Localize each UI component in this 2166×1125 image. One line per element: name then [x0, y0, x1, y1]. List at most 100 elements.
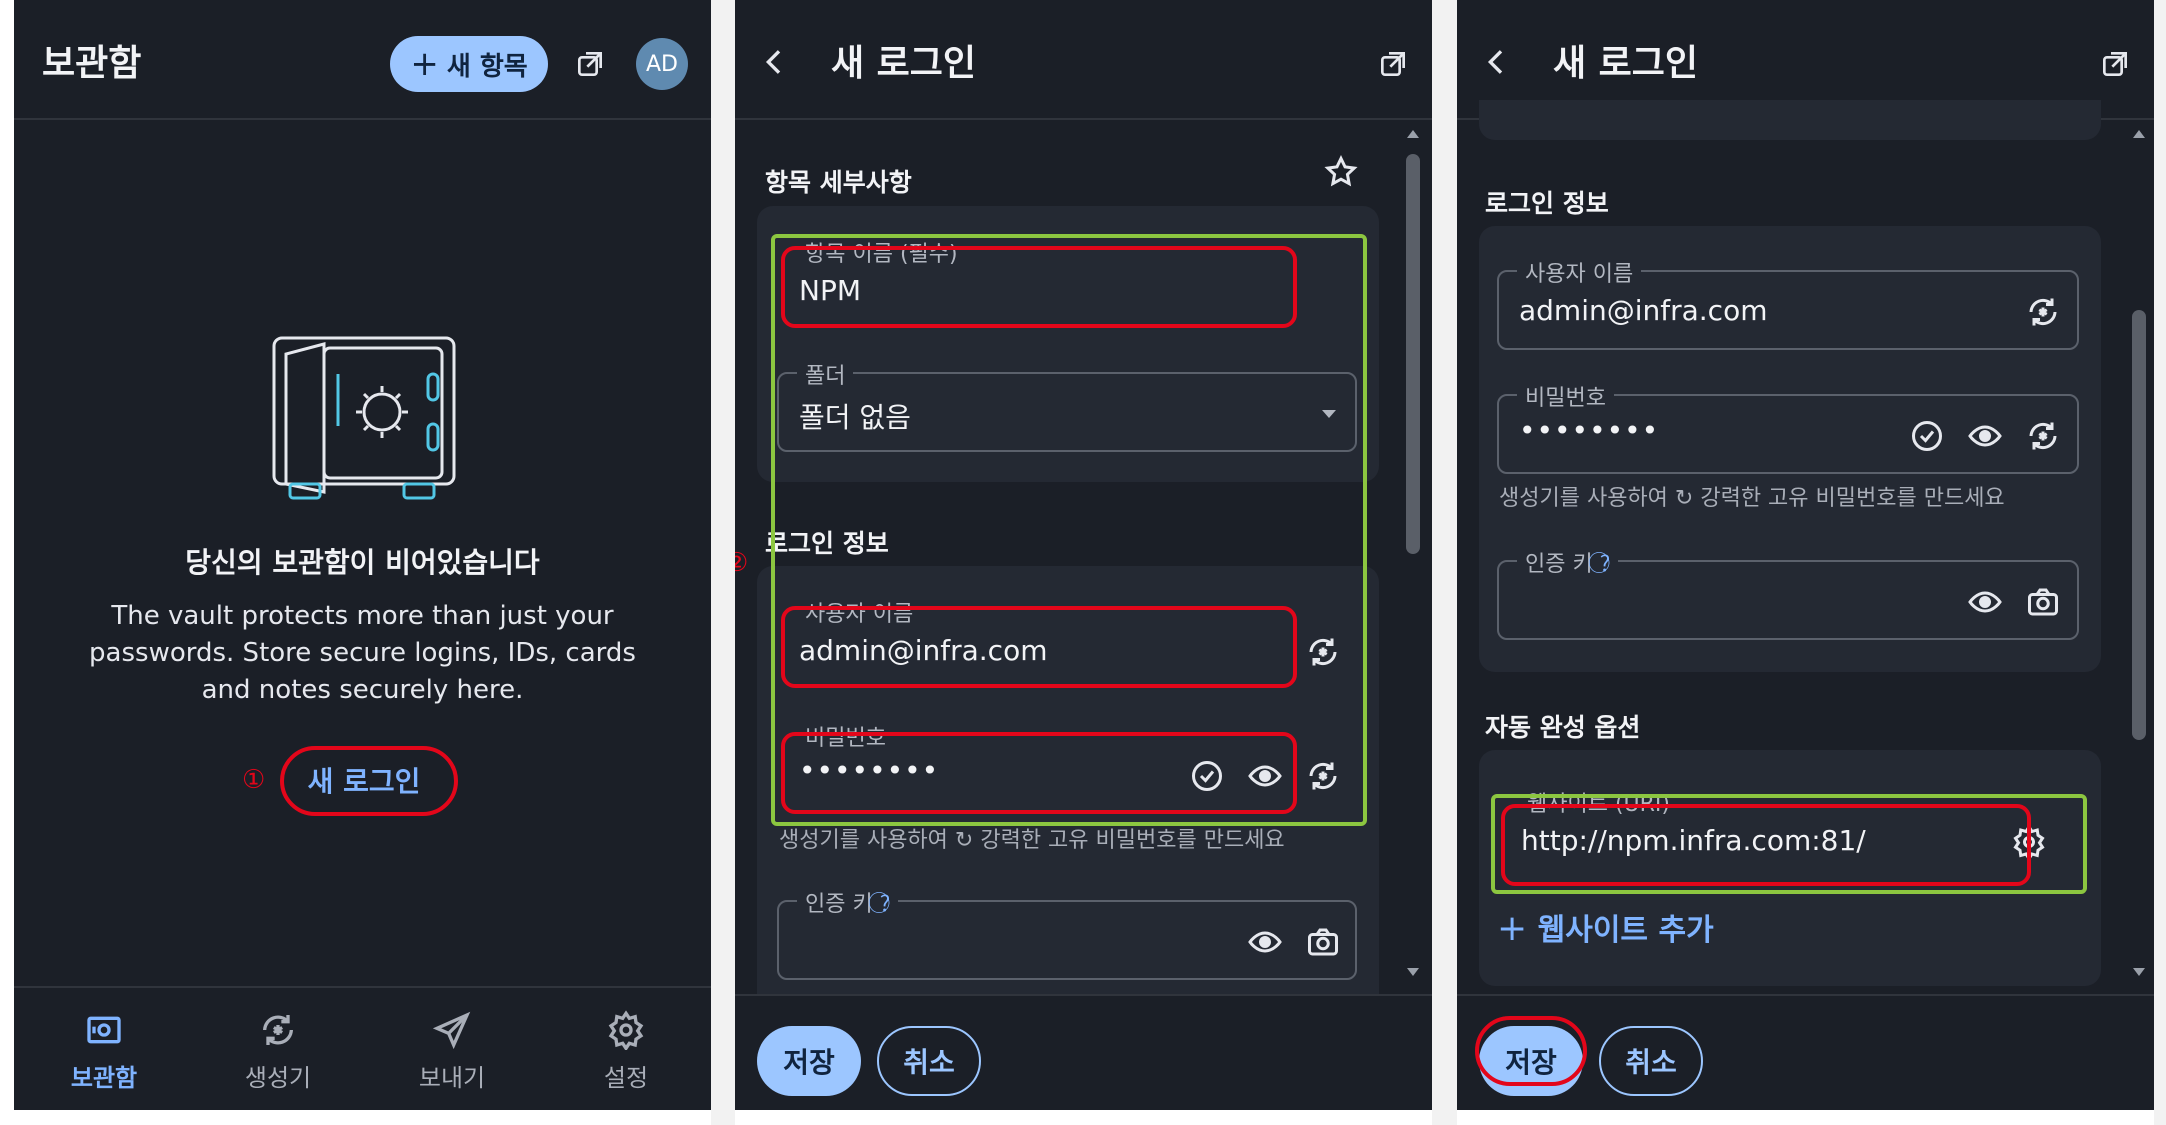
folder-value: 폴더 없음	[799, 401, 911, 434]
empty-state-description: The vault protects more than just your p…	[89, 601, 636, 705]
panel-gap	[711, 0, 735, 1125]
field-label: 사용자 이름	[797, 596, 922, 628]
totp-label: 인증 키	[1525, 552, 1593, 577]
new-login-autofill-panel: 새 로그인 로그인 정보 사용자 이름 admin@infra.com 비밀번호…	[1457, 0, 2154, 1110]
item-details-card-bottom	[1479, 100, 2101, 140]
login-info-card: 사용자 이름 admin@infra.com 비밀번호 •••••••• 생성기…	[1479, 226, 2101, 672]
check-password-icon[interactable]	[1909, 418, 1945, 454]
item-name-value: NPM	[799, 274, 861, 307]
password-value: ••••••••	[799, 754, 940, 787]
field-label: 폴더	[797, 358, 854, 390]
form-footer: 저장 취소	[735, 994, 1432, 1110]
scroll-down-icon[interactable]	[2131, 966, 2147, 978]
back-icon[interactable]	[1481, 44, 1513, 80]
save-button[interactable]: 저장	[757, 1026, 861, 1096]
panel-gap	[2154, 0, 2166, 1125]
totp-label: 인증 키	[805, 892, 873, 917]
item-name-field[interactable]: 항목 이름 (필수) NPM	[777, 236, 1357, 330]
new-login-link[interactable]: 새 로그인	[279, 745, 449, 815]
vault-safe-icon	[268, 334, 460, 504]
scroll-up-icon[interactable]	[1405, 128, 1421, 140]
add-website-label: 웹사이트 추가	[1537, 913, 1714, 948]
chevron-down-icon	[1319, 406, 1339, 420]
field-label: 인증 키 ?⃝	[1517, 546, 1619, 578]
field-label: 사용자 이름	[1517, 256, 1642, 288]
section-login-info: 로그인 정보	[765, 529, 889, 558]
nav-label: 생성기	[244, 1064, 312, 1092]
password-field[interactable]: 비밀번호 ••••••••	[777, 720, 1357, 814]
page-title: 새 로그인	[831, 43, 977, 84]
nav-item-vault[interactable]: 보관함	[34, 1010, 174, 1093]
section-autofill-options: 자동 완성 옵션	[1485, 713, 1641, 742]
nav-label: 보내기	[418, 1064, 486, 1092]
add-website-button[interactable]: + 웹사이트 추가	[1497, 905, 1714, 949]
field-label: 비밀번호	[797, 720, 894, 752]
cancel-button[interactable]: 취소	[1599, 1026, 1703, 1096]
scroll-up-icon[interactable]	[2131, 128, 2147, 140]
item-details-card: 항목 이름 (필수) NPM 폴더 폴더 없음	[757, 206, 1379, 482]
eye-icon[interactable]	[1247, 758, 1283, 794]
password-helper-text: 생성기를 사용하여 ↻ 강력한 고유 비밀번호를 만드세요	[1499, 486, 2005, 511]
generate-password-icon[interactable]	[1305, 758, 1341, 794]
panel-gap	[1432, 0, 1457, 1125]
generate-username-icon[interactable]	[1305, 634, 1341, 670]
nav-label: 설정	[603, 1064, 649, 1092]
star-icon[interactable]	[1323, 154, 1359, 190]
username-field[interactable]: 사용자 이름 admin@infra.com	[777, 596, 1357, 690]
vault-header: 보관함 + 새 항목 AD	[14, 0, 711, 120]
generator-icon	[258, 1010, 298, 1050]
nav-label: 보관함	[70, 1064, 138, 1092]
new-item-button[interactable]: + 새 항목	[390, 36, 548, 92]
plus-icon: +	[1497, 908, 1528, 949]
camera-icon[interactable]	[2025, 584, 2061, 620]
username-value: admin@infra.com	[1519, 294, 1768, 327]
generate-username-icon[interactable]	[2025, 294, 2061, 330]
back-icon[interactable]	[759, 44, 791, 80]
save-button[interactable]: 저장	[1479, 1026, 1583, 1096]
username-value: admin@infra.com	[799, 634, 1048, 667]
totp-field[interactable]: 인증 키 ?⃝	[1497, 546, 2079, 640]
password-value: ••••••••	[1519, 414, 1660, 447]
avatar[interactable]: AD	[636, 38, 688, 90]
send-icon	[432, 1010, 472, 1050]
scroll-down-icon[interactable]	[1405, 966, 1421, 978]
field-label: 인증 키 ?⃝	[797, 886, 899, 918]
generate-password-icon[interactable]	[2025, 418, 2061, 454]
page-title: 보관함	[42, 43, 142, 84]
bottom-nav: 보관함 생성기 보내기 설정	[14, 986, 711, 1110]
popout-icon[interactable]	[2099, 48, 2131, 80]
check-password-icon[interactable]	[1189, 758, 1225, 794]
folder-select[interactable]: 폴더 폴더 없음	[777, 358, 1357, 452]
page-title: 새 로그인	[1553, 43, 1699, 84]
password-field[interactable]: 비밀번호 ••••••••	[1497, 380, 2079, 474]
nav-item-send[interactable]: 보내기	[382, 1010, 522, 1093]
gear-icon	[606, 1010, 646, 1050]
field-label: 비밀번호	[1517, 380, 1614, 412]
camera-icon[interactable]	[1305, 924, 1341, 960]
nav-item-generator[interactable]: 생성기	[208, 1010, 348, 1093]
autofill-card: 웹사이트 (URI) http://npm.infra.com:81/	[1479, 750, 2101, 986]
popout-icon[interactable]	[574, 48, 606, 80]
help-icon[interactable]: ?⃝	[1600, 552, 1610, 577]
nav-item-settings[interactable]: 설정	[556, 1010, 696, 1093]
section-item-details: 항목 세부사항	[765, 168, 912, 197]
username-field[interactable]: 사용자 이름 admin@infra.com	[1497, 256, 2079, 350]
plus-icon: +	[410, 44, 439, 84]
step-marker-2: ②	[735, 548, 749, 578]
scrollbar-thumb[interactable]	[2132, 310, 2146, 740]
eye-icon[interactable]	[1247, 924, 1283, 960]
popout-icon[interactable]	[1377, 48, 1409, 80]
scrollbar-thumb[interactable]	[1406, 154, 1420, 554]
step-marker-3: ③	[1457, 1036, 1458, 1066]
password-helper-text: 생성기를 사용하여 ↻ 강력한 고유 비밀번호를 만드세요	[779, 828, 1285, 853]
totp-field[interactable]: 인증 키 ?⃝	[777, 886, 1357, 980]
cancel-button[interactable]: 취소	[877, 1026, 981, 1096]
new-login-panel: 새 로그인 항목 세부사항 항목 이름 (필수) NPM 폴더 폴더 없음 로그…	[735, 0, 1432, 1110]
eye-icon[interactable]	[1967, 418, 2003, 454]
field-label: 항목 이름 (필수)	[797, 236, 966, 268]
section-login-info: 로그인 정보	[1485, 189, 1609, 218]
eye-icon[interactable]	[1967, 584, 2003, 620]
website-uri-field[interactable]: 웹사이트 (URI) http://npm.infra.com:81/	[1499, 786, 2069, 880]
gear-icon[interactable]	[2011, 824, 2047, 860]
help-icon[interactable]: ?⃝	[880, 892, 890, 917]
